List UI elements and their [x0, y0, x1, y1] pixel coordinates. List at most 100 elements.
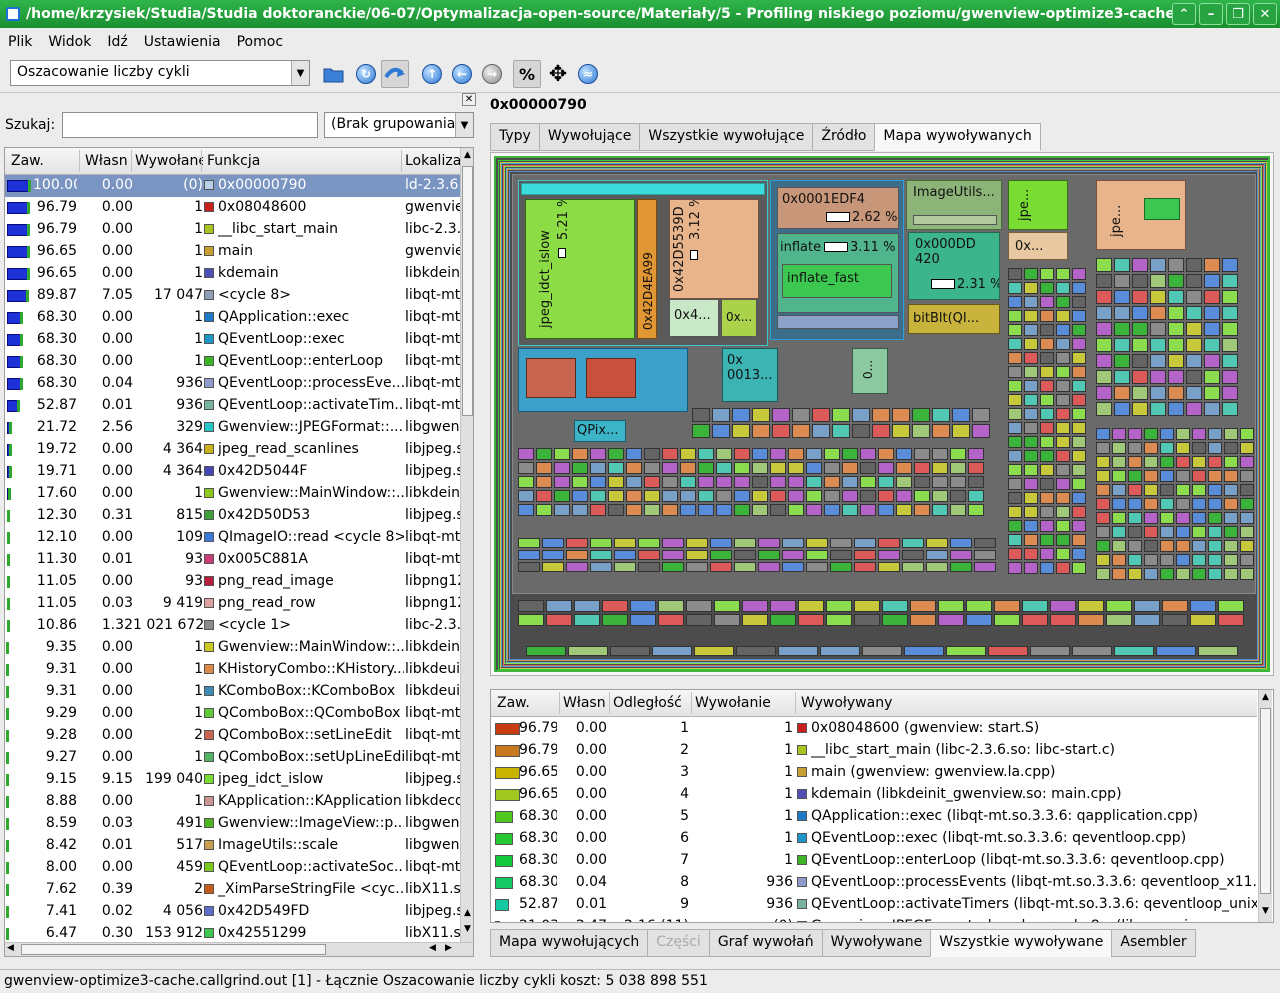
treemap-cell[interactable] — [1150, 338, 1166, 352]
treemap-cell[interactable] — [950, 562, 972, 572]
treemap-cell[interactable] — [1040, 408, 1054, 420]
treemap-cell[interactable] — [1132, 290, 1148, 304]
treemap-cell[interactable] — [518, 538, 540, 548]
treemap-cell[interactable] — [968, 448, 984, 460]
treemap-cell[interactable] — [680, 462, 696, 474]
treemap-cell[interactable] — [1186, 258, 1202, 272]
treemap-cell[interactable] — [938, 614, 964, 626]
treemap-cell[interactable] — [1224, 540, 1238, 552]
treemap-cell[interactable] — [1030, 646, 1070, 656]
treemap-cell[interactable] — [572, 448, 588, 460]
treemap-cell[interactable] — [1040, 268, 1054, 280]
treemap-strip[interactable] — [913, 215, 997, 225]
treemap-cell[interactable] — [950, 476, 966, 488]
treemap-cell[interactable] — [1224, 554, 1238, 566]
treemap-cell[interactable] — [572, 490, 588, 502]
treemap-cell[interactable] — [1008, 478, 1022, 490]
treemap-cell[interactable] — [932, 408, 950, 422]
treemap-cell[interactable] — [1024, 282, 1038, 294]
treemap-cell[interactable] — [1144, 498, 1158, 510]
treemap-cell[interactable] — [1128, 526, 1142, 538]
treemap-cell[interactable] — [610, 646, 650, 656]
treemap-cell[interactable] — [1056, 310, 1070, 322]
treemap-cell[interactable] — [842, 490, 858, 502]
treemap-cell[interactable] — [1156, 646, 1196, 656]
treemap-cell[interactable] — [1176, 540, 1190, 552]
treemap-cell[interactable] — [1208, 484, 1222, 496]
treemap-cell[interactable] — [1132, 306, 1148, 320]
treemap-cell[interactable] — [932, 462, 948, 474]
treemap-cell[interactable] — [1240, 512, 1254, 524]
treemap-cell[interactable] — [792, 408, 810, 422]
maximize-button[interactable]: ❐ — [1226, 3, 1250, 25]
treemap-cell[interactable] — [860, 462, 876, 474]
treemap-cell[interactable] — [1176, 512, 1190, 524]
col-calls[interactable]: Wywołanie — [695, 695, 771, 711]
treemap-cell[interactable] — [1040, 478, 1054, 490]
treemap-cell[interactable] — [1072, 296, 1086, 308]
vertical-scrollbar[interactable]: ▲ ▲ ▼ — [460, 148, 473, 942]
treemap-cell[interactable] — [736, 646, 776, 656]
treemap-cell[interactable] — [574, 614, 600, 626]
treemap-cell[interactable] — [1112, 428, 1126, 440]
treemap-cell[interactable] — [1040, 520, 1054, 532]
treemap-cell[interactable] — [686, 600, 712, 612]
treemap-cell[interactable] — [968, 476, 984, 488]
treemap-cell[interactable] — [926, 562, 948, 572]
treemap-cell[interactable] — [1072, 450, 1086, 462]
treemap-cell[interactable] — [1024, 548, 1038, 560]
treemap-cell[interactable] — [1096, 484, 1110, 496]
tab-call-graph[interactable]: Graf wywołań — [708, 929, 823, 957]
relative-percent-button[interactable]: % — [513, 60, 541, 88]
treemap-cell[interactable] — [1114, 370, 1130, 384]
treemap-cell[interactable] — [772, 408, 790, 422]
col-called[interactable]: Wywołane — [135, 153, 203, 169]
menu-widok[interactable]: Widok — [48, 34, 91, 50]
treemap-cell[interactable] — [1072, 422, 1086, 434]
treemap-cell[interactable] — [602, 600, 628, 612]
treemap-cell[interactable] — [878, 448, 894, 460]
treemap-cell[interactable] — [950, 490, 966, 502]
treemap-cell[interactable] — [1240, 428, 1254, 440]
treemap-cell[interactable] — [1204, 322, 1220, 336]
treemap-cell[interactable] — [590, 448, 606, 460]
treemap-cell[interactable] — [910, 600, 936, 612]
up-button[interactable]: ↑ — [418, 60, 446, 88]
treemap-cell[interactable] — [1024, 268, 1038, 280]
treemap-cell[interactable] — [1204, 386, 1220, 400]
treemap-cell[interactable] — [770, 504, 786, 516]
treemap-cell[interactable] — [1072, 380, 1086, 392]
treemap-cell[interactable] — [1224, 442, 1238, 454]
treemap-cell[interactable] — [1186, 322, 1202, 336]
shorten-templates-button[interactable]: ≈ — [574, 60, 602, 88]
treemap-cell[interactable] — [1056, 450, 1070, 462]
treemap-cell[interactable] — [826, 614, 852, 626]
treemap-cell[interactable] — [1208, 498, 1222, 510]
treemap-cell[interactable] — [572, 476, 588, 488]
treemap-cell[interactable] — [662, 448, 678, 460]
function-row[interactable]: 96.65 0.00 1 main gwenvie — [5, 241, 461, 263]
treemap-cell[interactable] — [712, 408, 730, 422]
treemap-cell[interactable] — [1096, 386, 1112, 400]
treemap-cell[interactable] — [878, 476, 894, 488]
menu-pomoc[interactable]: Pomoc — [237, 34, 283, 50]
treemap-cell[interactable] — [734, 550, 756, 560]
treemap-cell[interactable] — [572, 462, 588, 474]
treemap-cell[interactable] — [590, 504, 606, 516]
treemap-cell[interactable] — [1150, 402, 1166, 416]
treemap-0x0013[interactable]: 0x 0013... — [722, 348, 778, 402]
treemap-cell[interactable] — [1144, 554, 1158, 566]
treemap-cell[interactable] — [878, 504, 894, 516]
treemap-cell[interactable] — [902, 562, 924, 572]
treemap-cell[interactable] — [854, 562, 876, 572]
treemap-cell[interactable] — [806, 462, 822, 474]
treemap-cell[interactable] — [638, 562, 660, 572]
treemap-cell[interactable] — [536, 476, 552, 488]
treemap-header-strip[interactable] — [521, 183, 765, 195]
treemap-cell[interactable] — [966, 614, 992, 626]
treemap-cell[interactable] — [1056, 394, 1070, 406]
treemap-cell[interactable] — [680, 490, 696, 502]
treemap-cell[interactable] — [662, 476, 678, 488]
treemap-cell[interactable] — [1176, 498, 1190, 510]
treemap-imageutils-scale[interactable]: ImageUtils... — [906, 180, 1002, 230]
